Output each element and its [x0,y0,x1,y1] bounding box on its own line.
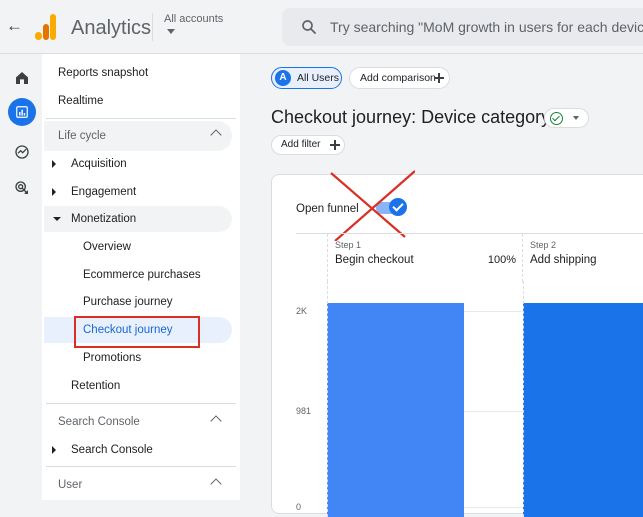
top-bar: ← Analytics All accounts Try searching "… [0,0,643,54]
explore-icon[interactable] [8,138,36,166]
step-1-number: Step 1 [335,240,362,250]
section-lifecycle-label: Life cycle [58,130,106,142]
nav-promotions[interactable]: Promotions [83,345,141,371]
nav-acquisition-label: Acquisition [71,158,127,170]
icon-rail [0,54,42,500]
account-dropdown-icon[interactable] [167,29,175,34]
nav-search-console-label: Search Console [71,444,153,456]
segment-label: All Users [297,72,340,84]
search-placeholder: Try searching "MoM growth in users for e… [330,19,643,35]
funnel-bar-step-1[interactable] [327,302,464,517]
chevron-up-icon [210,415,222,427]
plus-icon [434,73,444,83]
collapse-arrow-icon [53,217,61,221]
add-comparison-label: Add comparison [360,72,436,84]
highlight-box [74,316,200,348]
back-arrow-icon[interactable]: ← [6,17,23,35]
nav-engagement[interactable]: Engagement [42,179,232,205]
nav-retention[interactable]: Retention [71,373,120,399]
red-cross-annotation [330,170,415,241]
y-tick-label: 981 [296,405,312,416]
section-search-console[interactable]: Search Console [44,407,232,437]
funnel-steps-header: Step 1 Begin checkout 100% Step 2 Add sh… [296,233,643,282]
funnel-chart: 2K 981 0 [296,281,643,517]
section-lifecycle[interactable]: Life cycle [44,121,232,151]
step-2-name: Add shipping [530,254,597,266]
funnel-bar-step-2[interactable] [523,302,643,517]
nav-search-console[interactable]: Search Console [42,437,232,463]
app-title: Analytics [71,17,152,39]
nav-engagement-label: Engagement [71,186,137,198]
step-1-header[interactable]: Step 1 Begin checkout 100% [327,234,522,282]
y-tick-label: 2K [296,305,308,316]
reports-icon[interactable] [8,98,36,126]
nav-divider [46,403,236,404]
search-icon [302,20,316,34]
nav-purchase-journey[interactable]: Purchase journey [83,289,173,315]
analytics-logo[interactable] [35,14,57,40]
add-comparison-button[interactable]: Add comparison [349,67,450,89]
report-status-dropdown[interactable] [544,108,589,128]
expand-arrow-icon [52,188,56,196]
plus-icon [330,140,340,150]
section-user[interactable]: User [44,470,232,500]
section-user-label: User [58,479,83,491]
report-navigation: Reports snapshot Realtime Life cycle Acq… [42,54,240,500]
advertising-icon[interactable] [8,174,36,202]
add-filter-button[interactable]: Add filter [271,135,345,155]
home-icon[interactable] [8,64,36,92]
account-selector[interactable]: All accounts [164,13,223,25]
nav-divider [46,118,236,119]
funnel-card: Open funnel Step 1 Begin checkout 100% S… [271,170,643,517]
nav-ecommerce-purchases[interactable]: Ecommerce purchases [83,262,201,288]
add-filter-label: Add filter [281,139,321,150]
step-2-header[interactable]: Step 2 Add shipping [522,234,643,282]
header-divider [152,13,153,41]
main-content: A All Users Add comparison Checkout jour… [240,54,643,517]
segment-chip[interactable]: A All Users [271,67,342,89]
segment-badge: A [275,70,291,86]
step-divider [523,281,524,517]
nav-monetization[interactable]: Monetization [44,206,232,232]
step-1-percent: 100% [487,254,516,266]
step-2-number: Step 2 [530,240,557,250]
nav-monetization-label: Monetization [71,213,137,225]
nav-realtime[interactable]: Realtime [58,88,103,114]
step-1-name: Begin checkout [335,254,414,266]
page-title: Checkout journey: Device category [271,107,551,127]
check-circle-icon [550,112,563,125]
expand-arrow-icon [52,160,56,168]
chevron-down-icon [573,116,579,120]
nav-overview[interactable]: Overview [83,234,131,260]
chevron-up-icon [210,129,222,141]
search-bar[interactable]: Try searching "MoM growth in users for e… [282,8,643,46]
chevron-up-icon [210,478,222,490]
section-search-console-label: Search Console [58,416,140,428]
expand-arrow-icon [52,446,56,454]
nav-divider [46,466,236,467]
y-tick-label: 0 [296,502,302,512]
nav-reports-snapshot[interactable]: Reports snapshot [58,60,148,86]
step-divider [327,281,328,517]
nav-acquisition[interactable]: Acquisition [42,151,232,177]
